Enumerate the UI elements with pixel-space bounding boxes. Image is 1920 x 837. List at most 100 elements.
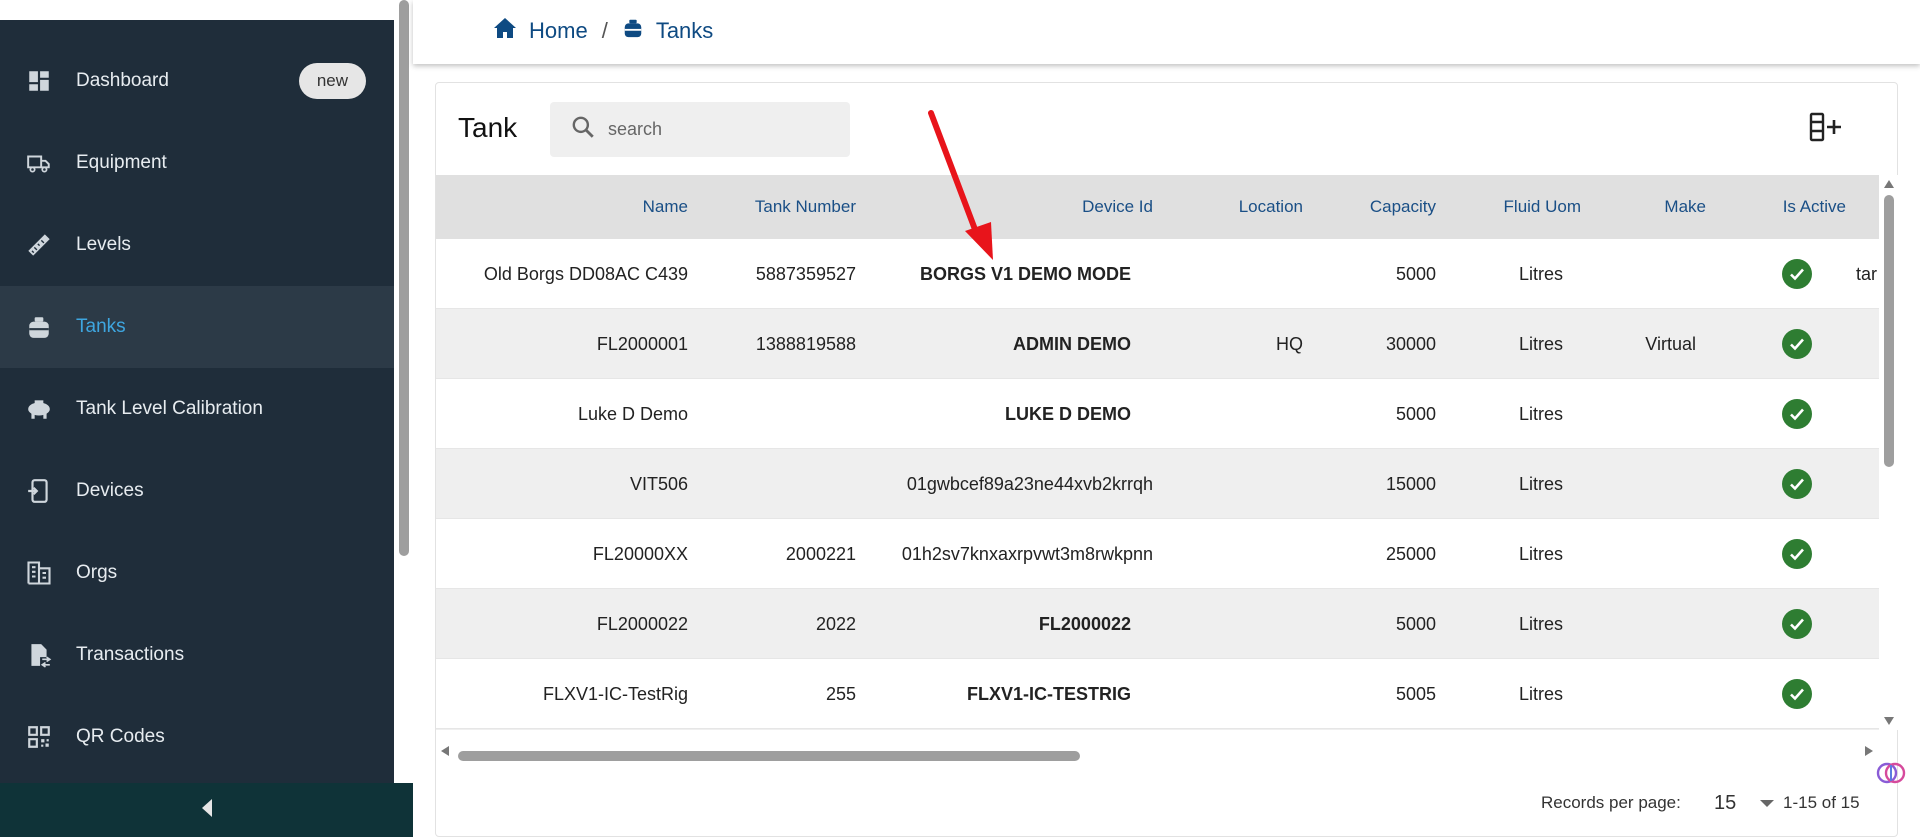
cell-tank-number: 255 — [825, 684, 856, 704]
brain-icon — [1876, 762, 1906, 792]
chevron-left-icon — [200, 798, 214, 823]
cell-location: HQ — [1276, 334, 1303, 354]
sidebar-item-tanks[interactable]: Tanks — [0, 286, 394, 368]
table-row[interactable]: FL2000001 1388819588 ADMIN DEMO HQ 30000… — [436, 309, 1879, 379]
cell-location — [1186, 239, 1303, 309]
add-column-button[interactable] — [1806, 109, 1846, 149]
active-check-icon — [1782, 539, 1812, 569]
records-per-page-value: 15 — [1714, 791, 1737, 814]
sidebar-item-transactions[interactable]: Transactions — [0, 614, 394, 696]
cell-fluid-uom: Litres — [1518, 334, 1563, 354]
sidebar-item-label: QR Codes — [76, 726, 165, 747]
cell-name: Old Borgs DD08AC C439 — [483, 264, 688, 284]
search-icon — [550, 114, 596, 145]
transaction-icon — [24, 640, 54, 670]
table-horizontal-scrollbar-thumb[interactable] — [458, 751, 1080, 761]
cell-make — [1586, 519, 1696, 589]
cell-make — [1586, 449, 1696, 519]
cell-overflow: tar — [1856, 264, 1878, 284]
cell-tank-number: 2022 — [815, 614, 856, 634]
cell-location — [1186, 589, 1303, 659]
collapse-sidebar-button[interactable] — [0, 783, 413, 837]
column-header-name[interactable]: Name — [516, 175, 688, 239]
cell-tank-number: 1388819588 — [755, 334, 856, 354]
cell-make — [1586, 589, 1696, 659]
cell-capacity: 5000 — [1395, 264, 1436, 284]
cell-device-id: 01gwbcef89a23ne44xvb2krrqh — [906, 474, 1153, 494]
sidebar-item-qr-codes[interactable]: QR Codes — [0, 696, 394, 778]
sidebar-item-label: Levels — [76, 234, 131, 255]
cell-location — [1186, 449, 1303, 519]
active-check-icon — [1782, 469, 1812, 499]
cell-make: Virtual — [1645, 334, 1696, 354]
tank-card: Tank Name Tank Number Device Id Location… — [435, 82, 1899, 837]
cell-fluid-uom: Litres — [1518, 544, 1563, 564]
sidebar-item-label: Transactions — [76, 644, 185, 665]
dashboard-icon — [24, 66, 54, 96]
cell-make — [1586, 659, 1696, 729]
sidebar-item-tank-level-calibration[interactable]: Tank Level Calibration — [0, 368, 394, 450]
sidebar-item-levels[interactable]: Levels — [0, 204, 394, 286]
active-check-icon — [1782, 609, 1812, 639]
cell-tank-number — [706, 449, 856, 519]
qr-icon — [24, 722, 54, 752]
page-title: Tank — [458, 112, 518, 143]
cell-tank-number: 5887359527 — [755, 264, 856, 284]
records-per-page-select[interactable]: 15 — [1696, 787, 1781, 819]
column-header-capacity[interactable]: Capacity — [1316, 175, 1436, 239]
column-header-tank-number[interactable]: Tank Number — [706, 175, 856, 239]
table-row[interactable] — [436, 729, 1879, 730]
table-row[interactable]: FL2000022 2022 FL2000022 5000 Litres — [436, 589, 1879, 659]
cell-capacity: 15000 — [1385, 474, 1436, 494]
pagination-range: 1-15 of 15 — [1783, 793, 1860, 812]
column-header-device-id[interactable]: Device Id — [886, 175, 1153, 239]
cell-fluid-uom: Litres — [1518, 684, 1563, 704]
table-row[interactable]: FLXV1-IC-TestRig 255 FLXV1-IC-TESTRIG 50… — [436, 659, 1879, 729]
table-row[interactable]: VIT506 01gwbcef89a23ne44xvb2krrqh 15000 … — [436, 449, 1879, 519]
table-add-column-icon — [1809, 112, 1843, 147]
cell-fluid-uom: Litres — [1518, 404, 1563, 424]
scroll-left-arrow-icon[interactable] — [440, 745, 450, 757]
cell-location — [1186, 519, 1303, 589]
column-header-is-active[interactable]: Is Active — [1706, 175, 1846, 239]
breadcrumb-separator: / — [601, 18, 608, 43]
sidebar-item-label: Tank Level Calibration — [76, 398, 263, 419]
cell-fluid-uom: Litres — [1518, 474, 1563, 494]
column-header-location[interactable]: Location — [1186, 175, 1303, 239]
assistant-brain-button[interactable] — [1876, 758, 1906, 788]
cell-device-id: LUKE D DEMO — [1005, 404, 1131, 424]
sidebar-item-devices[interactable]: Devices — [0, 450, 394, 532]
sidebar-scrollbar-thumb[interactable] — [399, 0, 409, 556]
column-header-make[interactable]: Make — [1586, 175, 1706, 239]
table-row[interactable]: Old Borgs DD08AC C439 5887359527 BORGS V… — [436, 239, 1879, 309]
active-check-icon — [1782, 329, 1812, 359]
breadcrumb-home[interactable]: Home — [493, 17, 588, 45]
cell-fluid-uom: Litres — [1518, 264, 1563, 284]
cell-device-id: FL2000022 — [1038, 614, 1131, 634]
sidebar-item-orgs[interactable]: Orgs — [0, 532, 394, 614]
sidebar-item-label: Equipment — [76, 152, 167, 173]
cell-location — [1186, 659, 1303, 729]
scroll-down-arrow-icon[interactable] — [1883, 716, 1895, 726]
sidebar-item-equipment[interactable]: Equipment — [0, 122, 394, 204]
tank-icon — [622, 16, 656, 46]
device-icon — [24, 476, 54, 506]
sidebar-item-label: Dashboard — [76, 70, 169, 91]
search-input[interactable] — [608, 119, 828, 140]
scroll-right-arrow-icon[interactable] — [1864, 745, 1874, 757]
table-vertical-scrollbar-thumb[interactable] — [1884, 195, 1894, 467]
cell-capacity: 25000 — [1385, 544, 1436, 564]
breadcrumb-current[interactable]: Tanks — [622, 16, 713, 46]
cell-device-id: 01h2sv7knxaxrpvwt3m8rwkpnn — [901, 544, 1153, 564]
table-row[interactable]: FL20000XX 2000221 01h2sv7knxaxrpvwt3m8rw… — [436, 519, 1879, 589]
cell-capacity: 5005 — [1395, 684, 1436, 704]
building-icon — [24, 558, 54, 588]
column-header-fluid-uom[interactable]: Fluid Uom — [1446, 175, 1581, 239]
table-row[interactable]: Luke D Demo LUKE D DEMO 5000 Litres — [436, 379, 1879, 449]
scroll-up-arrow-icon[interactable] — [1883, 179, 1895, 189]
table-header: Name Tank Number Device Id Location Capa… — [436, 175, 1879, 239]
active-check-icon — [1782, 259, 1812, 289]
search-box[interactable] — [550, 102, 850, 157]
sidebar-item-dashboard[interactable]: Dashboard new — [0, 40, 394, 122]
home-icon — [493, 17, 529, 45]
